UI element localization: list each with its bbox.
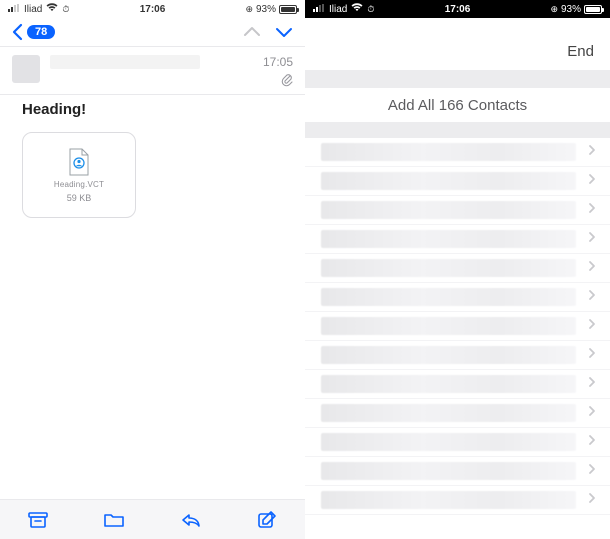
- contact-name-redacted: [321, 230, 576, 248]
- add-all-contacts-button[interactable]: Add All 166 Contacts: [305, 88, 610, 122]
- battery-percent: 93%: [256, 4, 276, 15]
- contact-row[interactable]: [305, 486, 610, 515]
- nav-bar: 78: [0, 18, 305, 46]
- contact-row[interactable]: [305, 457, 610, 486]
- battery-icon: [584, 5, 602, 14]
- contact-row[interactable]: [305, 428, 610, 457]
- signal-icon: [8, 4, 20, 15]
- contact-name-redacted: [321, 433, 576, 451]
- orientation-lock-icon: ⊕: [550, 4, 558, 15]
- chevron-right-icon: [588, 404, 596, 422]
- back-button[interactable]: 78: [12, 23, 55, 41]
- signal-icon: [313, 4, 325, 15]
- attachment-vcf[interactable]: Heading.VCT 59 KB: [22, 132, 136, 218]
- carrier-label: Iliad: [329, 4, 347, 15]
- spacer: [305, 18, 610, 32]
- alarm-icon: ⏱: [367, 4, 374, 15]
- move-folder-button[interactable]: [103, 509, 125, 531]
- contact-row[interactable]: [305, 225, 610, 254]
- contact-name-redacted: [321, 375, 576, 393]
- contact-name-redacted: [321, 288, 576, 306]
- contact-row[interactable]: [305, 341, 610, 370]
- wifi-icon: [351, 3, 363, 15]
- contact-row[interactable]: [305, 370, 610, 399]
- contact-name-redacted: [321, 259, 576, 277]
- sender-avatar[interactable]: [12, 55, 40, 83]
- contact-row[interactable]: [305, 312, 610, 341]
- status-time: 17:06: [445, 4, 471, 15]
- battery-icon: [279, 5, 297, 14]
- chevron-right-icon: [588, 375, 596, 393]
- contacts-import-pane: Iliad ⏱ 17:06 ⊕ 93% End Add All 166 Cont…: [305, 0, 610, 539]
- chevron-right-icon: [588, 462, 596, 480]
- chevron-right-icon: [588, 346, 596, 364]
- chevron-right-icon: [588, 172, 596, 190]
- contact-name-redacted: [321, 143, 576, 161]
- add-all-label: Add All 166 Contacts: [388, 97, 527, 114]
- section-gap: [305, 122, 610, 138]
- end-label: End: [567, 43, 594, 60]
- contact-name-redacted: [321, 172, 576, 190]
- chevron-right-icon: [588, 230, 596, 248]
- status-bar-right: Iliad ⏱ 17:06 ⊕ 93%: [305, 0, 610, 18]
- chevron-right-icon: [588, 143, 596, 161]
- status-bar-left: Iliad ⏱ 17:06 ⊕ 93%: [0, 0, 305, 18]
- alarm-icon: ⏱: [62, 4, 69, 15]
- message-subject: Heading!: [0, 95, 305, 126]
- end-button[interactable]: End: [305, 32, 610, 70]
- contacts-list: [305, 138, 610, 515]
- chevron-right-icon: [588, 317, 596, 335]
- battery-percent: 93%: [561, 4, 581, 15]
- wifi-icon: [46, 3, 58, 15]
- contact-row[interactable]: [305, 138, 610, 167]
- next-message-button[interactable]: [275, 26, 293, 38]
- previous-message-button[interactable]: [243, 26, 261, 38]
- sender-name-redacted: [50, 55, 200, 69]
- attachment-size: 59 KB: [67, 193, 92, 203]
- chevron-right-icon: [588, 201, 596, 219]
- chevron-left-icon: [12, 23, 23, 41]
- paperclip-icon: [281, 73, 293, 90]
- email-pane: Iliad ⏱ 17:06 ⊕ 93% 78: [0, 0, 305, 539]
- reply-button[interactable]: [180, 509, 202, 531]
- contact-row[interactable]: [305, 196, 610, 225]
- chevron-right-icon: [588, 288, 596, 306]
- section-gap: [305, 70, 610, 88]
- attachment-filename: Heading.VCT: [54, 180, 104, 189]
- message-header: 17:05: [0, 47, 305, 94]
- contact-row[interactable]: [305, 254, 610, 283]
- contact-name-redacted: [321, 317, 576, 335]
- carrier-label: Iliad: [24, 4, 42, 15]
- contact-name-redacted: [321, 462, 576, 480]
- contact-row[interactable]: [305, 283, 610, 312]
- contact-name-redacted: [321, 404, 576, 422]
- email-toolbar: [0, 499, 305, 539]
- contact-name-redacted: [321, 346, 576, 364]
- contact-name-redacted: [321, 491, 576, 509]
- contact-name-redacted: [321, 201, 576, 219]
- unread-count-badge: 78: [27, 25, 55, 39]
- chevron-right-icon: [588, 259, 596, 277]
- archive-button[interactable]: [27, 509, 49, 531]
- chevron-right-icon: [588, 433, 596, 451]
- message-time: 17:05: [263, 55, 293, 69]
- status-time: 17:06: [140, 4, 166, 15]
- contact-row[interactable]: [305, 167, 610, 196]
- compose-button[interactable]: [256, 509, 278, 531]
- contact-row[interactable]: [305, 399, 610, 428]
- chevron-right-icon: [588, 491, 596, 509]
- orientation-lock-icon: ⊕: [245, 4, 253, 15]
- vcard-file-icon: [68, 148, 90, 176]
